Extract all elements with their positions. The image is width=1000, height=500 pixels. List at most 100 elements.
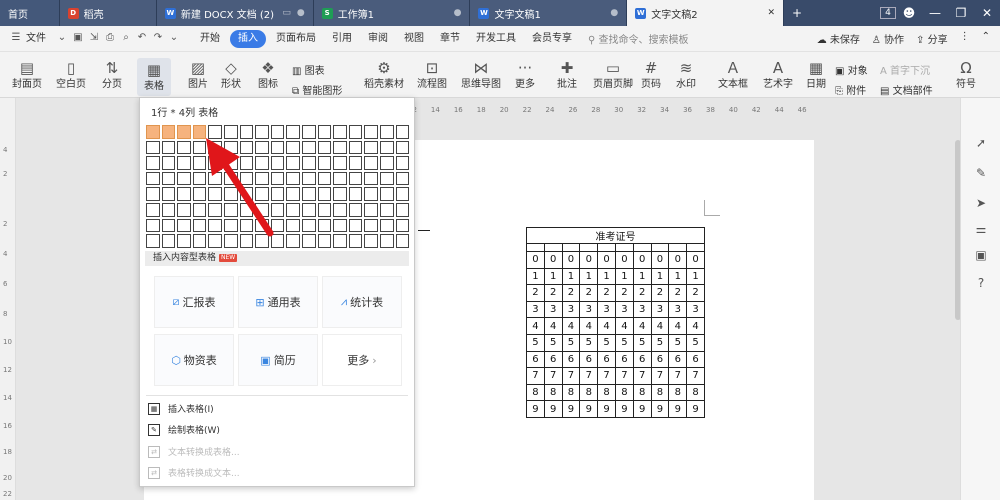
digit-cell[interactable]: 3 [632,300,652,319]
digit-cell[interactable]: 5 [543,333,563,352]
grid-cell[interactable] [395,187,410,201]
digit-cell[interactable]: 7 [597,367,616,385]
redo-icon[interactable]: ↷ [150,32,166,46]
tab-daoke[interactable]: D 稻壳 [59,0,157,26]
tab-sheet[interactable]: S 工作簿1 ● [313,0,471,26]
new-tab-button[interactable]: + [784,6,810,20]
tab-dot-icon[interactable]: ● [610,8,618,18]
grid-cell[interactable] [177,125,191,139]
grid-cell[interactable] [177,187,191,201]
grid-cell[interactable] [161,187,176,201]
stats-table-card[interactable]: ⩘ 统计表 [322,276,402,328]
hamburger-icon[interactable]: ☰ [8,32,24,46]
grid-cell[interactable] [395,171,410,186]
digit-cell[interactable]: 5 [650,333,670,352]
material-table-card[interactable]: ⬡ 物资表 [154,334,234,386]
grid-cell[interactable] [208,218,222,233]
grid-cell[interactable] [364,140,378,155]
resume-card[interactable]: ▣ 简历 [238,334,318,386]
table-to-text-item[interactable]: ⇄ 表格转换成文本... [148,466,240,479]
digit-cell[interactable]: 1 [614,267,634,286]
digit-cell[interactable]: 2 [650,284,670,302]
digit-cell[interactable]: 9 [526,400,545,418]
grid-cell[interactable] [301,171,316,186]
grid-cell[interactable] [161,218,176,233]
grid-cell[interactable] [317,187,332,201]
digit-cell[interactable]: 1 [543,267,563,286]
digit-cell[interactable]: 6 [561,350,581,369]
digit-cell[interactable]: 2 [597,284,616,302]
avatar[interactable]: ☻ [896,6,922,20]
digit-cell[interactable]: 6 [632,350,652,369]
digit-cell[interactable]: 8 [579,383,599,402]
exam-number-table[interactable]: 准考证号 00000000001111111111222222222233333… [526,227,705,418]
smart-graphic-button[interactable]: ⧉ 智能图形 [292,82,342,97]
empty-cell[interactable] [579,243,599,252]
table-size-grid[interactable] [146,125,410,248]
digit-cell[interactable]: 3 [526,300,545,319]
grid-cell[interactable] [301,156,316,170]
digit-cell[interactable]: 0 [650,251,670,269]
digit-cell[interactable]: 5 [561,333,581,352]
page-break-button[interactable]: ⇅ 分页 [98,58,126,92]
grid-cell[interactable] [270,140,285,155]
drop-cap-button[interactable]: A 首字下沉 [880,62,930,77]
restore-icon[interactable]: ❐ [948,6,974,20]
grid-cell[interactable] [192,156,207,170]
grid-cell[interactable] [286,202,300,217]
share-button[interactable]: ⇪ 分享 [916,31,948,46]
grid-cell[interactable] [255,125,269,139]
grid-cell[interactable] [348,171,363,186]
grid-cell[interactable] [161,171,176,186]
rocket-icon[interactable]: ➚ [973,136,989,152]
digit-cell[interactable]: 7 [632,367,652,385]
digit-cell[interactable]: 4 [597,317,616,335]
digit-cell[interactable]: 8 [561,383,581,402]
grid-cell[interactable] [379,171,394,186]
grid-cell[interactable] [364,234,378,248]
digit-cell[interactable]: 3 [543,300,563,319]
grid-cell[interactable] [333,156,347,170]
digit-cell[interactable]: 0 [561,251,581,269]
digit-cell[interactable]: 4 [686,317,705,335]
grid-cell[interactable] [395,156,410,170]
digit-cell[interactable]: 6 [597,350,616,369]
empty-cell[interactable] [597,243,616,252]
grid-cell[interactable] [317,171,332,186]
digit-cell[interactable]: 0 [579,251,599,269]
grid-cell[interactable] [270,156,285,170]
flowchart-button[interactable]: ⊡ 流程图 [414,58,450,92]
digit-cell[interactable]: 2 [614,284,634,302]
grid-cell[interactable] [379,156,394,170]
export-icon[interactable]: ⇲ [86,32,102,46]
grid-cell[interactable] [364,171,378,186]
grid-cell[interactable] [146,202,160,217]
grid-cell[interactable] [192,202,207,217]
grid-cell[interactable] [286,187,300,201]
digit-cell[interactable]: 7 [579,367,599,385]
grid-cell[interactable] [395,140,410,155]
grid-cell[interactable] [333,187,347,201]
save-icon[interactable]: ▣ [70,32,86,46]
digit-cell[interactable]: 4 [614,317,634,335]
textbox-button[interactable]: Ａ 文本框 [714,58,752,92]
digit-cell[interactable]: 3 [614,300,634,319]
digit-cell[interactable]: 6 [543,350,563,369]
grid-cell[interactable] [333,140,347,155]
grid-cell[interactable] [333,218,347,233]
grid-cell[interactable] [348,218,363,233]
print-icon[interactable]: ⎙ [102,32,118,46]
picture-button[interactable]: ▨ 图片 [183,58,213,92]
grid-cell[interactable] [395,234,410,248]
grid-cell[interactable] [177,234,191,248]
digit-cell[interactable]: 7 [561,367,581,385]
grid-cell[interactable] [333,171,347,186]
comment-button[interactable]: ✚ 批注 [552,58,582,92]
grid-cell[interactable] [301,234,316,248]
grid-cell[interactable] [270,218,285,233]
digit-cell[interactable]: 9 [543,400,563,418]
grid-cell[interactable] [146,234,160,248]
digit-cell[interactable]: 2 [561,284,581,302]
more-icon[interactable]: ⋮ [960,31,970,46]
digit-cell[interactable]: 9 [668,400,688,418]
